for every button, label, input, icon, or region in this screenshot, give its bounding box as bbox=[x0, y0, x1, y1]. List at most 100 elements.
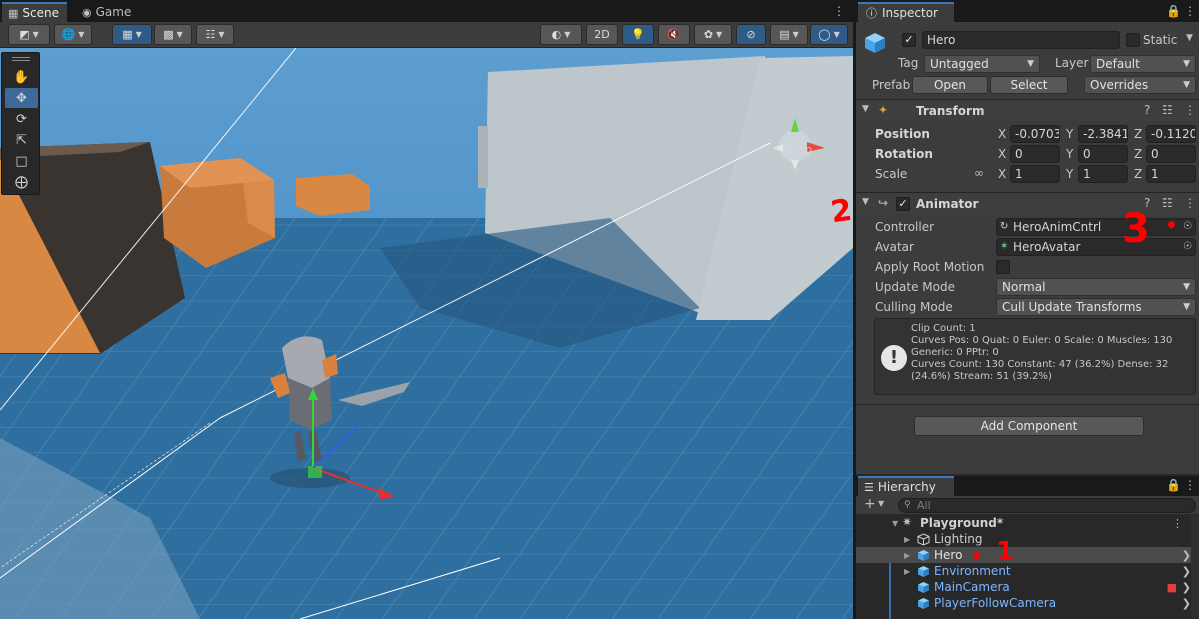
animator-title: Animator bbox=[916, 197, 979, 211]
more-menu-icon[interactable]: ⋮ bbox=[1184, 4, 1196, 18]
object-name-field[interactable]: Hero bbox=[922, 31, 1120, 49]
inspector-tab-bar: ⓘ Inspector 🔒 ⋮ bbox=[856, 0, 1199, 22]
hand-tool-button[interactable]: ✋ bbox=[5, 67, 38, 87]
component-menu-icon[interactable]: ⋮ bbox=[1184, 103, 1196, 117]
foldout-arrow-icon[interactable]: ▶ bbox=[904, 535, 910, 544]
rotate-tool-button[interactable]: ⟳ bbox=[5, 109, 38, 129]
controller-field[interactable]: ↻ HeroAnimCntrl ☉ bbox=[996, 218, 1196, 236]
scale-z-field[interactable]: 1 bbox=[1146, 165, 1196, 183]
toggle-2d-button[interactable]: 2D bbox=[586, 24, 618, 45]
list-item[interactable]: ▶ Hero ❯ bbox=[856, 547, 1199, 563]
add-plus-icon[interactable]: + bbox=[864, 496, 876, 512]
chevron-down-icon[interactable]: ▼ bbox=[1186, 33, 1193, 43]
chevron-right-icon[interactable]: ❯ bbox=[1182, 565, 1191, 578]
prefab-label: Prefab bbox=[872, 78, 911, 92]
preset-sliders-icon[interactable]: ☷ bbox=[1162, 103, 1173, 117]
foldout-arrow-icon[interactable]: ▼ bbox=[892, 519, 898, 528]
prefab-overrides-dropdown[interactable]: Overrides ▼ bbox=[1084, 76, 1196, 94]
help-icon[interactable]: ? bbox=[1144, 103, 1150, 117]
rotation-z-field[interactable]: 0 bbox=[1146, 145, 1196, 163]
list-item[interactable]: ▶ Lighting bbox=[856, 531, 1199, 547]
draw-mode-dropdown[interactable]: ◩ ▼ bbox=[8, 24, 50, 45]
unity-scene-icon: ✷ bbox=[902, 515, 913, 529]
axis-z-label: Z bbox=[1134, 147, 1143, 161]
prefab-select-button[interactable]: Select bbox=[990, 76, 1068, 94]
more-menu-icon[interactable]: ⋮ bbox=[833, 4, 845, 18]
position-z-field[interactable]: -0.1120 bbox=[1146, 125, 1196, 143]
lighting-toggle-button[interactable]: 💡 bbox=[622, 24, 654, 45]
drag-handle-icon[interactable] bbox=[12, 57, 30, 61]
axis-z-label: Z bbox=[1134, 167, 1143, 181]
scene-visibility-button[interactable]: ⊘ bbox=[736, 24, 766, 45]
tag-dropdown[interactable]: Untagged ▼ bbox=[924, 55, 1040, 73]
transform-header[interactable]: ▼ ✦ Transform ? ☷ ⋮ bbox=[856, 99, 1199, 121]
camera-settings-dropdown[interactable]: ▤ ▼ bbox=[770, 24, 808, 45]
rect-tool-button[interactable]: □ bbox=[5, 151, 38, 171]
culling-mode-label: Culling Mode bbox=[875, 300, 953, 314]
chevron-right-icon[interactable]: ❯ bbox=[1182, 597, 1191, 610]
foldout-arrow-icon[interactable]: ▼ bbox=[862, 197, 869, 207]
chevron-right-icon[interactable]: ❯ bbox=[1182, 581, 1191, 594]
chevron-right-icon[interactable]: ❯ bbox=[1182, 549, 1191, 562]
object-picker-icon[interactable]: ☉ bbox=[1183, 219, 1192, 235]
transform-tool-button[interactable]: ⨁ bbox=[5, 172, 38, 192]
culling-mode-dropdown[interactable]: Cull Update Transforms ▼ bbox=[996, 298, 1196, 316]
more-menu-icon[interactable]: ⋮ bbox=[1172, 517, 1183, 530]
update-mode-dropdown[interactable]: Normal ▼ bbox=[996, 278, 1196, 296]
toggle-2d-label: 2D bbox=[594, 28, 610, 41]
prefab-open-button[interactable]: Open bbox=[912, 76, 988, 94]
shading-mode-dropdown[interactable]: ◐ ▼ bbox=[540, 24, 582, 45]
list-item[interactable]: PlayerFollowCamera ❯ bbox=[856, 595, 1199, 611]
hierarchy-search-input[interactable]: ⚲ All bbox=[898, 498, 1196, 513]
list-item[interactable]: MainCamera ■ ❯ bbox=[856, 579, 1199, 595]
chevron-down-icon: ▼ bbox=[1027, 59, 1034, 69]
move-tool-button[interactable]: ✥ bbox=[5, 88, 38, 108]
lock-icon[interactable]: 🔒 bbox=[1166, 478, 1181, 492]
apply-root-motion-checkbox[interactable] bbox=[996, 260, 1010, 274]
static-checkbox[interactable] bbox=[1126, 33, 1140, 47]
tab-hierarchy[interactable]: ☰ Hierarchy bbox=[858, 476, 954, 496]
scale-y-field[interactable]: 1 bbox=[1078, 165, 1128, 183]
chevron-down-icon[interactable]: ▼ bbox=[878, 499, 884, 508]
active-checkbox[interactable]: ✓ bbox=[902, 33, 916, 47]
global-view-dropdown[interactable]: 🌐 ▼ bbox=[54, 24, 92, 45]
lock-icon[interactable]: 🔒 bbox=[1166, 4, 1181, 18]
snap-settings-dropdown[interactable]: ▩ ▼ bbox=[154, 24, 192, 45]
effects-dropdown[interactable]: ✿ ▼ bbox=[694, 24, 732, 45]
chevron-down-icon: ▼ bbox=[218, 30, 225, 39]
object-picker-icon[interactable]: ☉ bbox=[1183, 239, 1192, 255]
gizmos-dropdown[interactable]: ◯ ▼ bbox=[810, 24, 848, 45]
increment-snap-dropdown[interactable]: ☷ ▼ bbox=[196, 24, 234, 45]
scale-tool-button[interactable]: ⇱ bbox=[5, 130, 38, 150]
scene-row[interactable]: ▼ ✷ Playground* ⋮ bbox=[856, 515, 1199, 531]
tab-game[interactable]: ◉ Game bbox=[76, 2, 139, 22]
audio-toggle-button[interactable]: 🔇 bbox=[658, 24, 690, 45]
foldout-arrow-icon[interactable]: ▶ bbox=[904, 567, 910, 576]
list-item[interactable]: ▶ Environment ❯ bbox=[856, 563, 1199, 579]
link-icon[interactable]: ∞ bbox=[974, 166, 984, 180]
rotation-x-field[interactable]: 0 bbox=[1010, 145, 1060, 163]
scene-viewport[interactable]: ✋ ✥ ⟳ ⇱ □ ⨁ ‹ Persp bbox=[0, 48, 853, 619]
rotate-icon: ⟳ bbox=[16, 111, 27, 127]
rotation-y-field[interactable]: 0 bbox=[1078, 145, 1128, 163]
foldout-arrow-icon[interactable]: ▼ bbox=[862, 104, 869, 114]
layer-dropdown[interactable]: Default ▼ bbox=[1090, 55, 1196, 73]
animator-enabled-checkbox[interactable]: ✓ bbox=[896, 197, 910, 211]
perspective-label[interactable]: ‹ Persp bbox=[774, 143, 812, 156]
scale-x-field[interactable]: 1 bbox=[1010, 165, 1060, 183]
scrollbar[interactable] bbox=[1191, 515, 1199, 619]
add-component-button[interactable]: Add Component bbox=[914, 416, 1144, 436]
list-item-label: Lighting bbox=[934, 532, 983, 546]
more-menu-icon[interactable]: ⋮ bbox=[1184, 478, 1196, 492]
component-menu-icon[interactable]: ⋮ bbox=[1184, 196, 1196, 210]
chevron-down-icon: ▼ bbox=[32, 30, 39, 39]
preset-sliders-icon[interactable]: ☷ bbox=[1162, 196, 1173, 210]
tab-inspector[interactable]: ⓘ Inspector bbox=[858, 2, 954, 22]
warning-exclamation-icon: ! bbox=[881, 345, 907, 371]
position-x-field[interactable]: -0.0703 bbox=[1010, 125, 1060, 143]
avatar-field[interactable]: ✶ HeroAvatar ☉ bbox=[996, 238, 1196, 256]
grid-snap-dropdown[interactable]: ▦ ▼ bbox=[112, 24, 152, 45]
tab-scene[interactable]: ▦ Scene bbox=[2, 2, 67, 22]
foldout-arrow-icon[interactable]: ▶ bbox=[904, 551, 910, 560]
position-y-field[interactable]: -2.3841 bbox=[1078, 125, 1128, 143]
